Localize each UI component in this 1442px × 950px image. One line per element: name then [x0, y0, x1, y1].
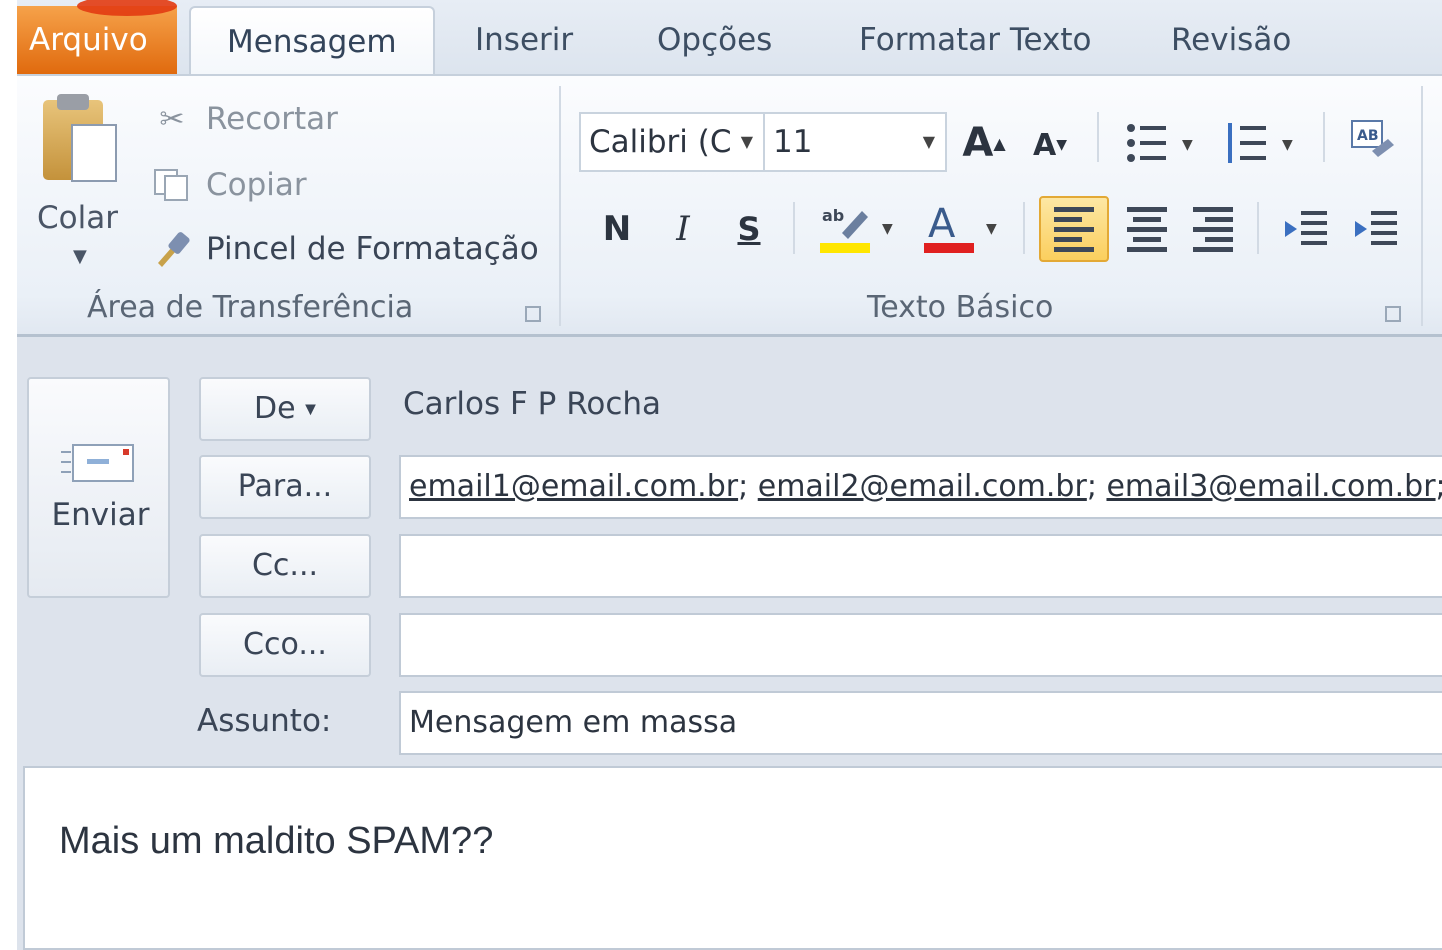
shrink-font-icon[interactable]: A ▼: [1027, 120, 1073, 170]
to-field[interactable]: email1@email.com.br; email2@email.com.br…: [399, 455, 1442, 519]
italic-button[interactable]: I: [661, 202, 705, 256]
format-painter-label: Pincel de Formatação: [206, 231, 539, 267]
group-divider: [1421, 86, 1423, 326]
recipient-link[interactable]: email3@email.com.br: [1106, 469, 1435, 504]
tab-insert[interactable]: Inserir: [475, 6, 573, 74]
message-body[interactable]: Mais um maldito SPAM??: [23, 766, 1442, 950]
to-button[interactable]: Para...: [199, 455, 371, 519]
cut-label: Recortar: [206, 101, 338, 137]
styles-icon[interactable]: AB: [1343, 114, 1403, 170]
decrease-indent-icon[interactable]: [1277, 196, 1337, 262]
group-divider: [793, 202, 795, 254]
group-divider: [1097, 112, 1099, 162]
cc-button[interactable]: Cc...: [199, 534, 371, 598]
underline-button[interactable]: S: [727, 202, 771, 256]
highlight-color-button[interactable]: ab ▼: [813, 198, 903, 258]
svg-text:▼: ▼: [1182, 137, 1193, 153]
subject-label: Assunto:: [197, 703, 332, 739]
svg-text:A: A: [928, 201, 956, 247]
clipboard-group-label: Área de Transferência: [87, 290, 414, 325]
align-center-button[interactable]: [1119, 196, 1175, 262]
subject-field[interactable]: Mensagem em massa: [399, 691, 1442, 755]
bold-button[interactable]: N: [595, 202, 639, 256]
from-button[interactable]: De ▼: [199, 377, 371, 441]
ribbon: Colar ▼ ✂ Recortar Copiar Pincel de Form…: [17, 74, 1442, 337]
font-name-select[interactable]: Calibri (C ▼: [579, 112, 765, 172]
tab-format-text[interactable]: Formatar Texto: [859, 6, 1092, 74]
bullets-icon[interactable]: ▼: [1121, 116, 1201, 170]
copy-icon: [152, 165, 192, 205]
svg-text:▼: ▼: [1282, 137, 1293, 153]
basic-text-launcher-icon[interactable]: [1385, 306, 1401, 322]
paste-label: Colar: [37, 200, 118, 236]
clipboard-launcher-icon[interactable]: [525, 306, 541, 322]
tab-file[interactable]: Arquivo: [17, 0, 177, 74]
basic-text-group-label: Texto Básico: [867, 290, 1054, 325]
tab-options[interactable]: Opções: [657, 6, 772, 74]
align-left-icon: [1054, 206, 1094, 252]
envelope-icon: [61, 444, 134, 482]
svg-text:▼: ▼: [986, 221, 997, 237]
tab-review[interactable]: Revisão: [1171, 6, 1291, 74]
group-divider: [1257, 202, 1259, 254]
paste-icon: [39, 94, 119, 186]
grow-font-icon[interactable]: A ▲: [959, 116, 1009, 170]
chevron-down-icon: ▼: [740, 132, 753, 151]
paste-dropdown-icon[interactable]: ▼: [73, 246, 87, 267]
send-label: Enviar: [51, 497, 150, 533]
svg-text:AB: AB: [1357, 128, 1379, 144]
svg-text:▼: ▼: [882, 221, 893, 237]
font-size-value: 11: [773, 124, 813, 160]
scissors-icon: ✂: [159, 101, 185, 137]
cc-field[interactable]: [399, 534, 1442, 598]
numbering-icon[interactable]: ▼: [1221, 116, 1301, 170]
chevron-down-icon: ▼: [305, 401, 316, 418]
group-divider: [1023, 202, 1025, 254]
message-body-text: Mais um maldito SPAM??: [59, 820, 494, 862]
group-divider: [559, 86, 561, 326]
recipient-link[interactable]: email1@email.com.br: [409, 469, 738, 504]
from-button-label: De: [254, 391, 296, 426]
font-size-select[interactable]: 11 ▼: [763, 112, 947, 172]
align-left-button[interactable]: [1039, 196, 1109, 262]
tab-message[interactable]: Mensagem: [189, 6, 435, 74]
copy-button[interactable]: Copiar: [152, 160, 307, 210]
copy-label: Copiar: [206, 167, 307, 203]
group-divider: [1323, 112, 1325, 162]
font-color-button[interactable]: A ▼: [917, 198, 1007, 258]
cut-button[interactable]: ✂ Recortar: [152, 94, 338, 144]
from-value: Carlos F P Rocha: [403, 386, 662, 422]
bcc-button[interactable]: Cco...: [199, 613, 371, 677]
ribbon-tab-bar: Arquivo Mensagem Inserir Opções Formatar…: [17, 0, 1442, 76]
format-painter-button[interactable]: Pincel de Formatação: [152, 224, 539, 274]
recipient-link[interactable]: email2@email.com.br: [758, 469, 1087, 504]
align-right-button[interactable]: [1185, 196, 1241, 262]
bcc-field[interactable]: [399, 613, 1442, 677]
align-right-icon: [1193, 206, 1233, 252]
svg-text:ab: ab: [822, 206, 844, 225]
paintbrush-icon: [152, 229, 192, 269]
send-button[interactable]: Enviar: [27, 377, 170, 598]
increase-indent-icon[interactable]: [1347, 196, 1407, 262]
align-center-icon: [1127, 206, 1167, 252]
chevron-down-icon: ▼: [922, 132, 935, 151]
font-name-value: Calibri (C: [589, 124, 732, 160]
outlook-message-window: Arquivo Mensagem Inserir Opções Formatar…: [17, 0, 1442, 950]
